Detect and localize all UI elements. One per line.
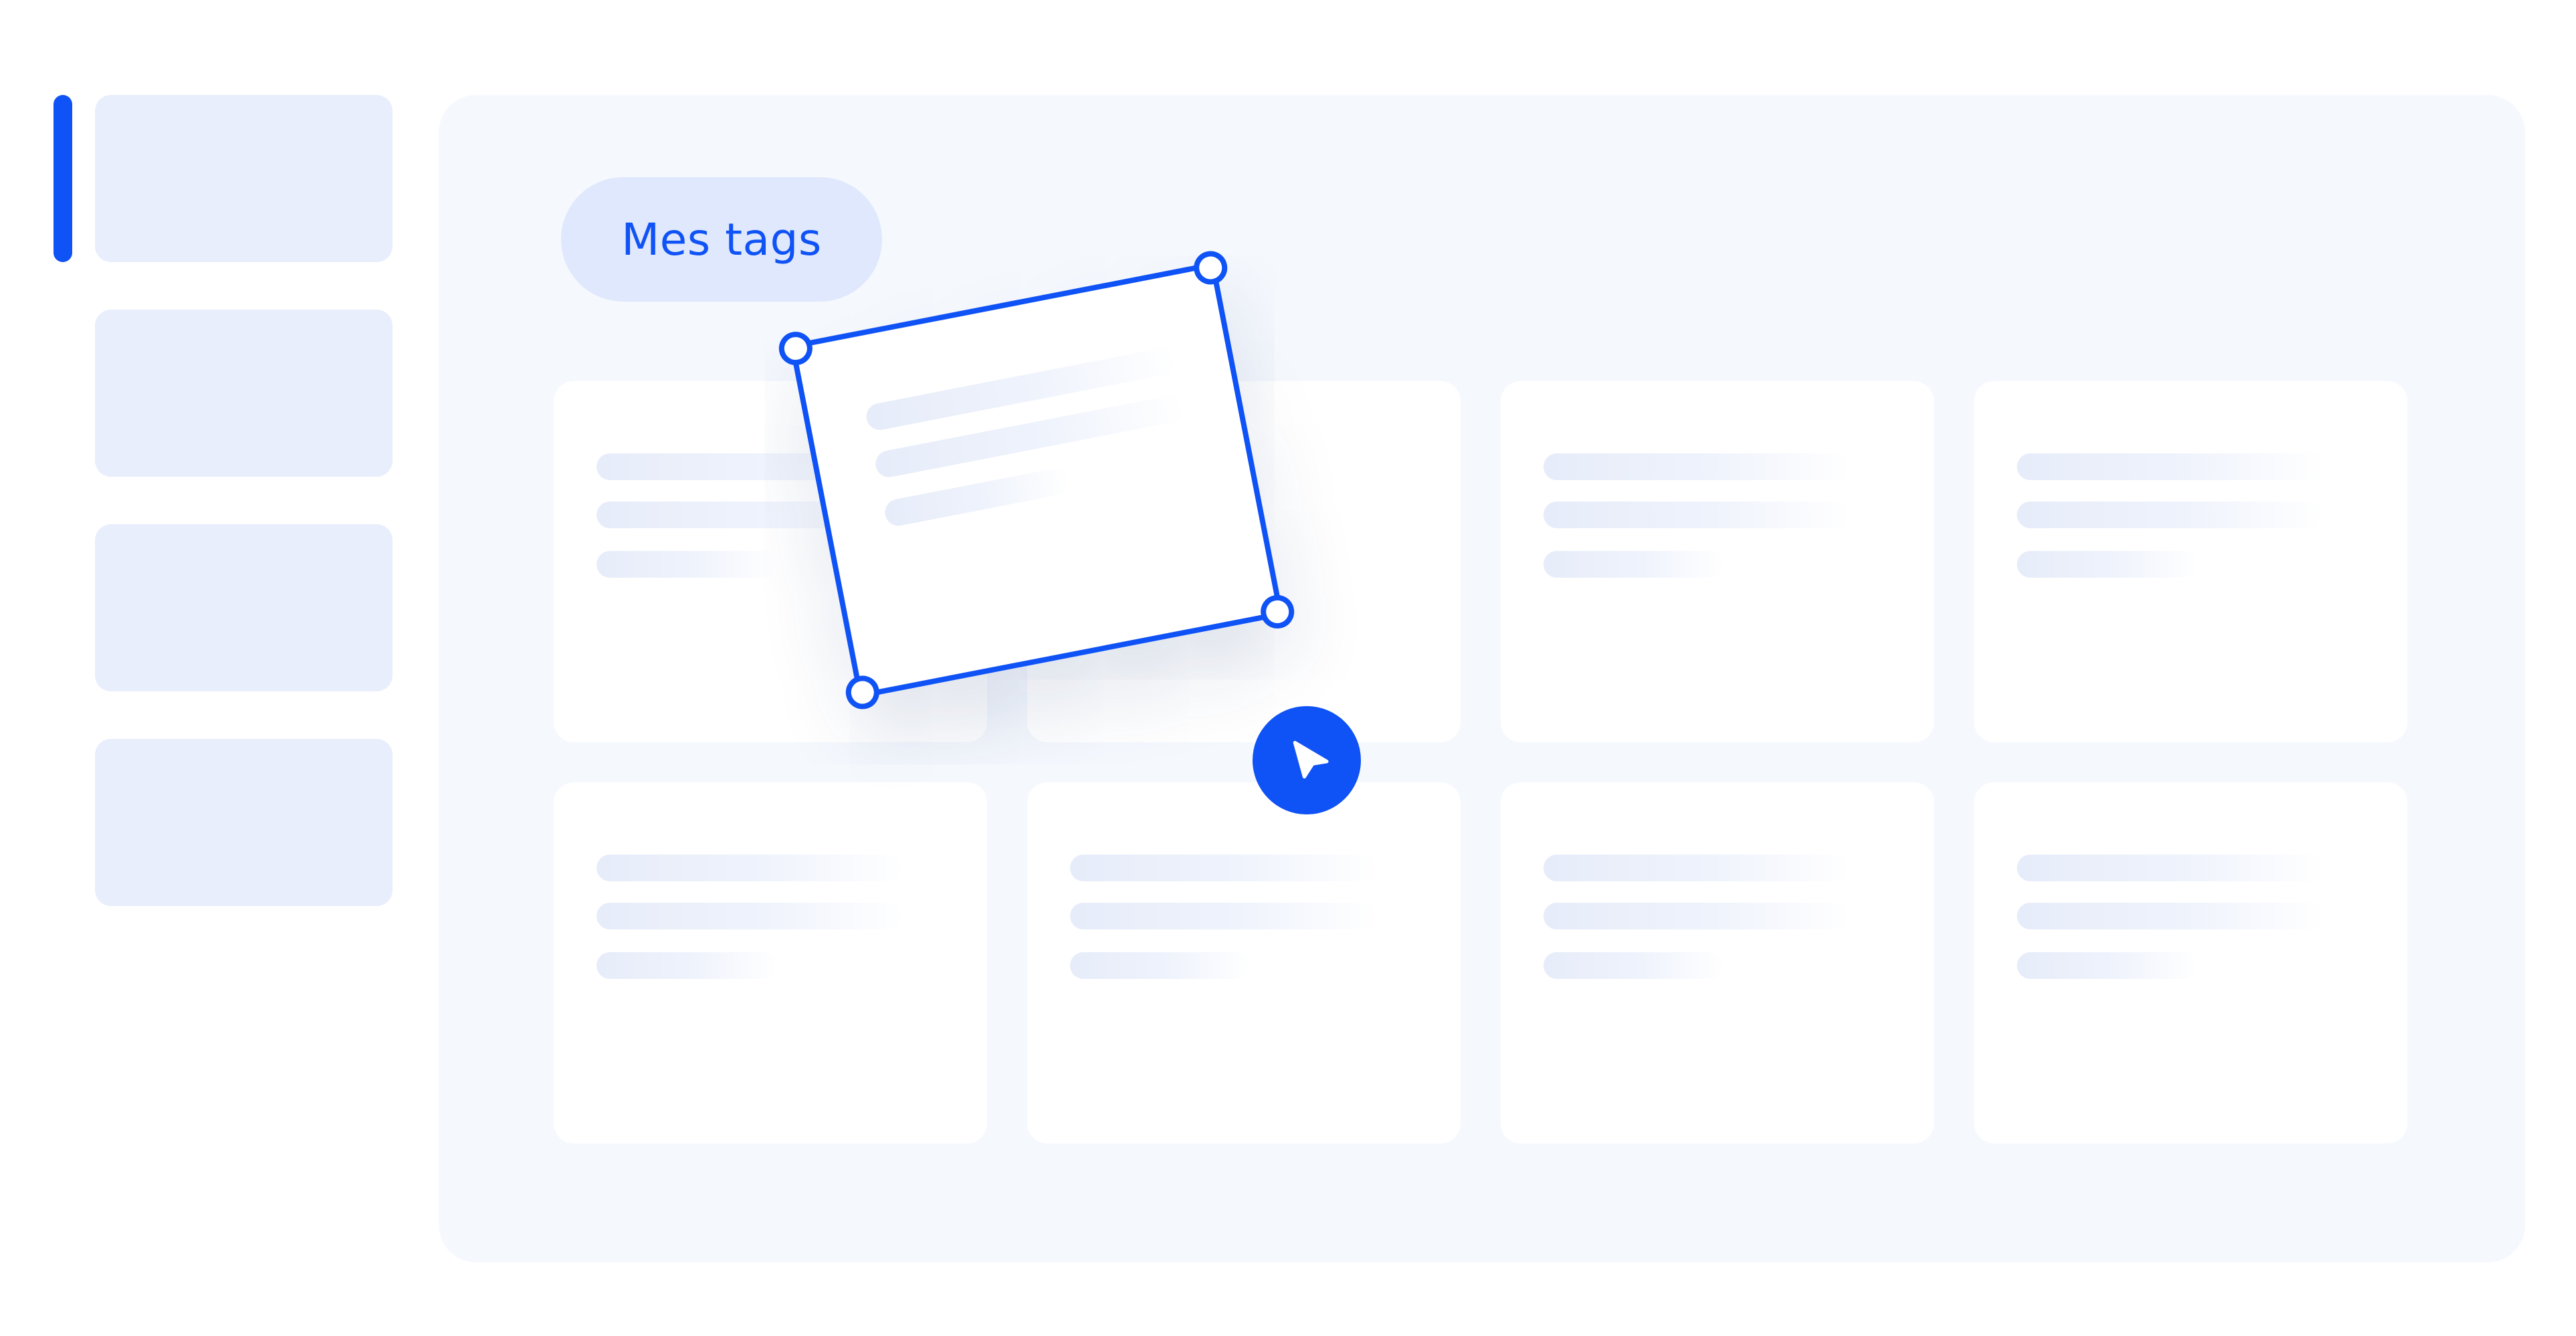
placeholder-line xyxy=(2017,952,2197,979)
card[interactable] xyxy=(1027,782,1461,1143)
placeholder-line xyxy=(2017,502,2325,528)
sidebar-active-indicator xyxy=(53,95,72,262)
page: Mes tags xyxy=(0,0,2576,1336)
placeholder-line xyxy=(1543,952,1724,979)
card[interactable] xyxy=(554,782,987,1143)
placeholder-line xyxy=(1543,903,1851,929)
card[interactable] xyxy=(1974,381,2407,742)
card[interactable] xyxy=(1974,782,2407,1143)
placeholder-line xyxy=(597,855,904,881)
placeholder-line xyxy=(1543,855,1851,881)
sidebar-item-4[interactable] xyxy=(95,739,393,906)
placeholder-line xyxy=(1543,551,1724,578)
sidebar-item-1[interactable] xyxy=(95,95,393,262)
tag-filter-label: Mes tags xyxy=(621,213,822,265)
placeholder-line xyxy=(1543,453,1851,480)
card[interactable] xyxy=(1501,381,1934,742)
placeholder-line xyxy=(1070,855,1378,881)
placeholder-line xyxy=(597,551,777,578)
placeholder-line xyxy=(2017,855,2325,881)
cursor-arrow-icon xyxy=(1293,740,1329,779)
placeholder-line xyxy=(2017,453,2325,480)
sidebar-item-2[interactable] xyxy=(95,310,393,477)
placeholder-line xyxy=(597,952,777,979)
placeholder-line xyxy=(1070,952,1251,979)
placeholder-line xyxy=(597,903,904,929)
tag-filter-pill[interactable]: Mes tags xyxy=(561,177,882,302)
placeholder-line xyxy=(882,466,1072,528)
card[interactable] xyxy=(1501,782,1934,1143)
sidebar-item-3[interactable] xyxy=(95,524,393,691)
cursor-badge xyxy=(1253,706,1361,814)
placeholder-line xyxy=(1070,903,1378,929)
placeholder-line xyxy=(2017,903,2325,929)
placeholder-line xyxy=(2017,551,2197,578)
placeholder-line xyxy=(1543,502,1851,528)
